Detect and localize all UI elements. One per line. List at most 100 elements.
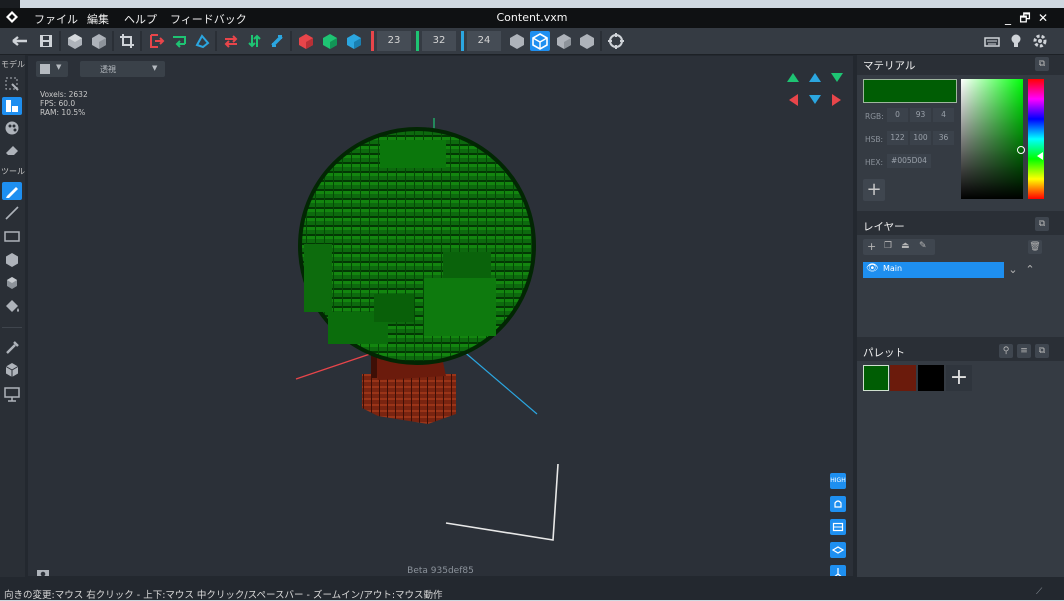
move-layer-down-icon[interactable]: ⌄ xyxy=(1006,263,1020,277)
popout-icon[interactable]: ⧉ xyxy=(1035,217,1049,231)
status-hint: 向きの変更:マウス 右クリック - 上下:マウス 中クリック/スペースバー - … xyxy=(4,590,443,601)
cube-gray3-icon[interactable] xyxy=(577,31,597,51)
list-view-icon[interactable]: ≡ xyxy=(1017,344,1031,358)
menu-edit[interactable]: 編集 xyxy=(87,11,109,27)
cube-selected-icon[interactable] xyxy=(530,31,550,51)
size-z-field[interactable]: 24 xyxy=(467,31,501,51)
lightbulb-icon[interactable] xyxy=(1006,31,1026,51)
palette-panel: + xyxy=(857,361,1064,577)
voxel-model[interactable] xyxy=(28,56,853,576)
cube-red-icon[interactable] xyxy=(296,31,316,51)
toolbar: 23 32 24 xyxy=(0,28,1064,55)
presentation-icon[interactable] xyxy=(2,385,22,403)
duplicate-layer-icon[interactable]: ❐ xyxy=(884,241,892,251)
export-red-icon[interactable] xyxy=(146,31,166,51)
line-icon[interactable] xyxy=(2,204,22,222)
app-window: ファイル 編集 ヘルプ フィードバック Content.vxm _ 🗗 ✕ 23… xyxy=(0,8,1064,601)
minimize-button[interactable]: _ xyxy=(1000,9,1016,27)
layout-icon[interactable] xyxy=(2,97,22,115)
voxel-brush-icon[interactable] xyxy=(2,361,22,379)
palette-swatch-0[interactable] xyxy=(863,365,889,391)
cube-gray-icon[interactable] xyxy=(507,31,527,51)
keyboard-icon[interactable] xyxy=(982,31,1002,51)
restore-button[interactable]: 🗗 xyxy=(1017,9,1033,27)
size-y-field[interactable]: 32 xyxy=(422,31,456,51)
hex-label: HEX: xyxy=(865,158,884,167)
layer-name: Main xyxy=(883,264,903,273)
window-title: Content.vxm xyxy=(496,11,568,24)
swap-icon[interactable] xyxy=(267,31,287,51)
hsb-s-field[interactable]: 100 xyxy=(910,131,931,145)
voxel-select-icon[interactable] xyxy=(65,31,85,51)
quality-high-button[interactable]: HIGH xyxy=(830,473,846,489)
resize-grip-icon[interactable]: ⟋ xyxy=(1036,587,1042,597)
palette-swatch-1[interactable] xyxy=(890,365,916,391)
popout-icon[interactable]: ⧉ xyxy=(1035,344,1049,358)
pencil-icon[interactable] xyxy=(2,182,22,200)
cube-icon[interactable] xyxy=(89,31,109,51)
menu-file[interactable]: ファイル xyxy=(34,11,78,27)
hue-slider-handle[interactable] xyxy=(1037,152,1043,160)
rgb-r-field[interactable]: 0 xyxy=(887,108,908,122)
cube-blue-icon[interactable] xyxy=(344,31,364,51)
rectangle-icon[interactable] xyxy=(2,227,22,245)
crop-icon[interactable] xyxy=(117,31,137,51)
box-icon[interactable] xyxy=(2,251,22,269)
right-panel: マテリアル ⧉ RGB: 0 93 4 HSB: 122 100 36 HEX:… xyxy=(857,55,1064,577)
close-button[interactable]: ✕ xyxy=(1035,9,1051,27)
tool-section-label: ツール xyxy=(1,167,25,176)
hsb-b-field[interactable]: 36 xyxy=(933,131,954,145)
hsb-h-field[interactable]: 122 xyxy=(887,131,908,145)
save-icon[interactable] xyxy=(36,31,56,51)
palette-icon[interactable] xyxy=(2,119,22,137)
material-color-swatch[interactable] xyxy=(863,79,957,103)
target-icon[interactable] xyxy=(606,31,626,51)
fill-bucket-icon[interactable] xyxy=(2,297,22,315)
layer-row-main[interactable]: 👁 Main xyxy=(863,262,1004,278)
3d-viewport[interactable]: ▼ 透視 ▼ Voxels: 2632 FPS: 60.0 RAM: 10.5% xyxy=(28,56,853,576)
swap-horizontal-icon[interactable] xyxy=(221,31,241,51)
extrude-icon[interactable] xyxy=(2,274,22,292)
model-section-label: モデル xyxy=(1,60,25,69)
select-icon[interactable] xyxy=(2,75,22,93)
add-material-button[interactable]: + xyxy=(863,179,885,201)
layers-view-icon[interactable] xyxy=(830,542,846,558)
export-green-icon[interactable] xyxy=(169,31,189,51)
menu-help[interactable]: ヘルプ xyxy=(124,11,157,27)
palette-swatch-2[interactable] xyxy=(918,365,944,391)
desktop-corner xyxy=(0,0,20,8)
color-picker-cursor[interactable] xyxy=(1017,146,1025,154)
cube-green-icon[interactable] xyxy=(320,31,340,51)
move-layer-up-icon[interactable]: ⌃ xyxy=(1023,263,1037,277)
swap-vertical-icon[interactable] xyxy=(244,31,264,51)
popout-icon[interactable]: ⧉ xyxy=(1035,57,1049,71)
add-palette-color-button[interactable]: + xyxy=(946,365,972,391)
rename-layer-icon[interactable]: ✎ xyxy=(919,241,927,251)
settings-icon[interactable] xyxy=(1030,31,1050,51)
menu-feedback[interactable]: フィードバック xyxy=(170,11,247,27)
delete-layer-icon[interactable]: 🗑 xyxy=(1028,240,1042,254)
status-bar: 向きの変更:マウス 右クリック - 上下:マウス 中クリック/スペースバー - … xyxy=(0,585,1064,601)
material-title: マテリアル xyxy=(863,60,916,72)
frame-icon[interactable] xyxy=(830,519,846,535)
eraser-icon[interactable] xyxy=(2,141,22,159)
rgb-g-field[interactable]: 93 xyxy=(910,108,931,122)
zoom-palette-icon[interactable]: ⚲ xyxy=(999,344,1013,358)
rgb-b-field[interactable]: 4 xyxy=(933,108,954,122)
hue-slider[interactable] xyxy=(1028,79,1044,199)
left-toolbar: モデル ツール xyxy=(0,55,25,577)
rotate-icon[interactable] xyxy=(192,31,212,51)
rgb-label: RGB: xyxy=(865,112,884,121)
bell-icon[interactable] xyxy=(830,496,846,512)
eye-icon[interactable]: 👁 xyxy=(866,263,879,274)
back-arrow-icon[interactable] xyxy=(8,31,32,51)
diamond-logo-icon[interactable] xyxy=(6,11,18,23)
eyedropper-icon[interactable] xyxy=(2,338,22,356)
size-x-field[interactable]: 23 xyxy=(377,31,411,51)
version-label: Beta 935def85 xyxy=(407,566,474,576)
hex-field[interactable]: #005D04 xyxy=(887,154,931,168)
cube-gray2-icon[interactable] xyxy=(554,31,574,51)
add-layer-icon[interactable]: + xyxy=(867,240,876,253)
merge-layer-icon[interactable]: ⏏ xyxy=(901,241,910,251)
color-picker-square[interactable] xyxy=(961,79,1025,199)
